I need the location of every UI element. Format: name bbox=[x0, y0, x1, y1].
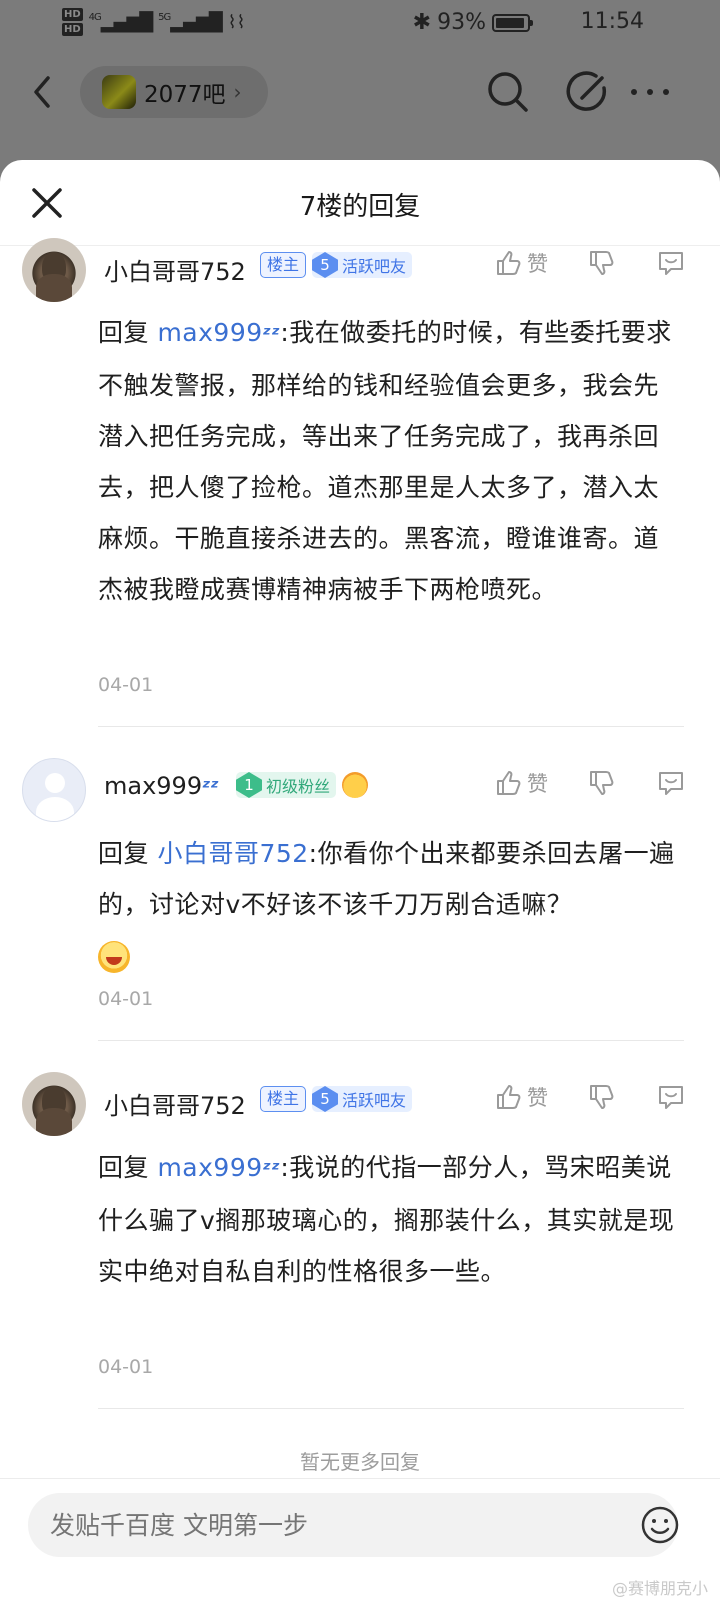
avatar[interactable] bbox=[22, 238, 86, 302]
bluetooth-icon: ✱ bbox=[412, 10, 432, 35]
forum-link[interactable]: 2077吧 › bbox=[80, 66, 268, 118]
divider bbox=[98, 1040, 684, 1041]
thumb-down-icon bbox=[590, 771, 614, 795]
avatar[interactable] bbox=[22, 758, 86, 822]
thumb-up-icon bbox=[497, 1085, 521, 1109]
battery-icon bbox=[492, 13, 533, 32]
owner-badge: 楼主 bbox=[260, 252, 307, 278]
status-left: HD HD 4G▂▄▆█ 5G▂▄▆█ ⌇⌇ bbox=[62, 8, 245, 36]
owner-badge: 楼主 bbox=[260, 1086, 307, 1112]
reply-date: 04-01 bbox=[98, 1356, 154, 1378]
reply-content: 回复 小白哥哥752:你看你个出来都要杀回去屠一遍的，讨论对v不好该不该千刀万剐… bbox=[98, 828, 678, 981]
back-icon[interactable] bbox=[26, 72, 62, 112]
thumb-down-icon bbox=[590, 251, 614, 275]
username[interactable]: 小白哥哥752 bbox=[104, 1086, 246, 1121]
sleep-emoji: ᶻᶻ bbox=[202, 775, 219, 799]
like-button[interactable]: 赞 bbox=[493, 1082, 548, 1112]
more-icon[interactable] bbox=[628, 70, 672, 114]
username[interactable]: max999ᶻᶻ bbox=[104, 772, 219, 800]
comment-icon bbox=[659, 772, 683, 795]
sheet-header: 7楼的回复 bbox=[0, 160, 720, 246]
reply-input[interactable] bbox=[28, 1493, 678, 1557]
signal-5g: 5G▂▄▆█ bbox=[158, 11, 222, 33]
top-nav: 2077吧 › bbox=[0, 58, 720, 128]
divider bbox=[98, 1408, 684, 1409]
dislike-button[interactable] bbox=[586, 768, 616, 798]
smile-icon[interactable] bbox=[640, 1505, 680, 1545]
sleep-emoji: ᶻᶻ bbox=[262, 1157, 281, 1181]
hd-indicators: HD HD bbox=[62, 8, 83, 36]
reply-date: 04-01 bbox=[98, 988, 154, 1010]
level-badge: 1 初级粉丝 bbox=[236, 772, 337, 798]
comment-icon bbox=[659, 252, 683, 275]
reply-date: 04-01 bbox=[98, 674, 154, 696]
clock: 11:54 bbox=[580, 9, 644, 34]
reply-actions: 赞 bbox=[493, 248, 686, 278]
reply-input-bar: @赛博朋克小 bbox=[0, 1478, 720, 1600]
avatar[interactable] bbox=[22, 1072, 86, 1136]
comment-button[interactable] bbox=[656, 248, 686, 278]
thumb-up-icon bbox=[497, 251, 521, 275]
hd-2: HD bbox=[62, 23, 83, 36]
level-badge: 5 活跃吧友 bbox=[312, 252, 413, 278]
like-label: 赞 bbox=[527, 1086, 548, 1110]
mention-link[interactable]: max999 bbox=[157, 1153, 262, 1182]
dislike-button[interactable] bbox=[586, 248, 616, 278]
fan-emoji-icon bbox=[342, 772, 369, 798]
search-icon[interactable] bbox=[486, 70, 530, 114]
no-more-replies: 暂无更多回复 bbox=[300, 1450, 420, 1474]
level-badge: 5 活跃吧友 bbox=[312, 1086, 413, 1112]
user-badges: 楼主 5 活跃吧友 bbox=[260, 252, 413, 278]
hd-1: HD bbox=[62, 8, 83, 21]
battery-percent: 93% bbox=[437, 10, 486, 35]
watermark: @赛博朋克小 bbox=[611, 1579, 708, 1598]
reply-content: 回复 max999ᶻᶻ:我在做委托的时候，有些委托要求不触发警报，那样给的钱和经… bbox=[98, 318, 672, 604]
reply-actions: 赞 bbox=[493, 1082, 686, 1112]
dislike-button[interactable] bbox=[586, 1082, 616, 1112]
sheet-title: 7楼的回复 bbox=[299, 192, 421, 222]
signal-4g: 4G▂▄▆█ bbox=[88, 11, 153, 33]
reply-actions: 赞 bbox=[493, 768, 686, 798]
mention-link[interactable]: 小白哥哥752 bbox=[157, 839, 308, 868]
chevron-right-icon: › bbox=[233, 80, 242, 104]
like-label: 赞 bbox=[527, 252, 548, 276]
forum-logo bbox=[102, 75, 136, 109]
mention-link[interactable]: max999 bbox=[157, 318, 262, 347]
edit-icon[interactable] bbox=[566, 70, 610, 114]
comment-button[interactable] bbox=[656, 768, 686, 798]
laugh-emoji-icon bbox=[98, 941, 130, 973]
reply-sheet: 7楼的回复 小白哥哥752 楼主 5 活跃吧友 赞 回复 max999ᶻᶻ:我在做… bbox=[0, 160, 720, 1600]
comment-button[interactable] bbox=[656, 1082, 686, 1112]
sleep-emoji: ᶻᶻ bbox=[262, 322, 281, 346]
status-right: ✱ 93% bbox=[412, 10, 533, 35]
thumb-up-icon bbox=[497, 771, 521, 795]
username[interactable]: 小白哥哥752 bbox=[104, 252, 246, 287]
reply-content: 回复 max999ᶻᶻ:我说的代指一部分人，骂宋昭美说什么骗了v搁那玻璃心的，搁… bbox=[98, 1153, 675, 1286]
like-button[interactable]: 赞 bbox=[493, 248, 548, 278]
like-label: 赞 bbox=[527, 772, 548, 796]
like-button[interactable]: 赞 bbox=[493, 768, 548, 798]
divider bbox=[98, 726, 684, 727]
forum-name: 2077吧 bbox=[144, 82, 226, 108]
user-badges: 楼主 5 活跃吧友 bbox=[260, 1086, 413, 1112]
comment-icon bbox=[659, 1086, 683, 1109]
status-bar: HD HD 4G▂▄▆█ 5G▂▄▆█ ⌇⌇ ✱ 93% 11:54 bbox=[0, 0, 720, 50]
thumb-down-icon bbox=[590, 1085, 614, 1109]
wifi-icon: ⌇⌇ bbox=[227, 11, 246, 33]
user-badges: 1 初级粉丝 bbox=[236, 772, 369, 798]
